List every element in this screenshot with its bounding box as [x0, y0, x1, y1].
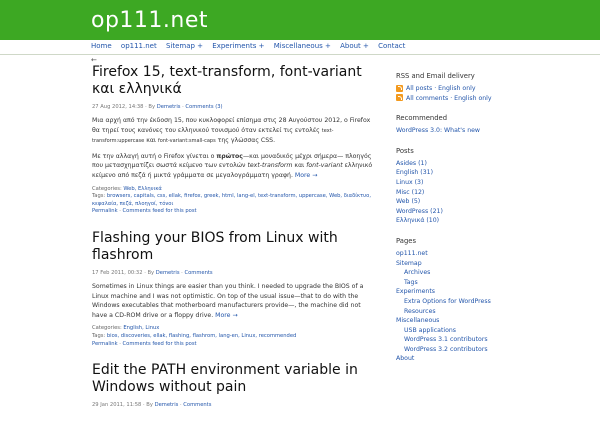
text: της γλώσσας CSS.: [215, 137, 276, 145]
category-link[interactable]: Linux (3): [396, 178, 536, 188]
rss-section: RSS and Email delivery All posts · Engli…: [396, 72, 536, 103]
comments-link[interactable]: Comments: [184, 270, 212, 276]
category-links[interactable]: Web, Ελληνικά: [123, 186, 161, 192]
rss-row-label[interactable]: All comments · English only: [406, 95, 492, 102]
post-taxonomy: Categories: Web, Ελληνικά Tags: browsers…: [92, 185, 372, 215]
sidebar-heading: Recommended: [396, 114, 448, 123]
post: Flashing your BIOS from Linux with flash…: [92, 230, 375, 348]
post-paragraph: Sometimes in Linux things are easier tha…: [92, 282, 375, 320]
rss-row[interactable]: All posts · English only: [396, 84, 536, 94]
author-link[interactable]: Demetris: [156, 270, 180, 276]
posts-section: Posts Asides (1) English (31) Linux (3) …: [396, 147, 536, 226]
emphasis: text-transform: [247, 162, 293, 170]
emphasis: πρώτος: [216, 152, 243, 160]
page-link[interactable]: op111.net: [396, 249, 536, 259]
recommended-link[interactable]: WordPress 3.0: What's new: [396, 126, 536, 136]
sidebar-heading: RSS and Email delivery: [396, 72, 475, 80]
main-nav: Home op111.net Sitemap + Experiments + M…: [0, 40, 600, 55]
text: και: [292, 162, 307, 170]
page-link[interactable]: Experiments: [396, 287, 536, 297]
recommended-section: Recommended WordPress 3.0: What's new: [396, 114, 536, 136]
post-date: 17 Feb 2011, 00:32: [92, 269, 143, 276]
post: Firefox 15, text-transform, font-variant…: [92, 64, 375, 216]
post-meta: 27 Aug 2012, 14:38 · By Demetris · Comme…: [92, 104, 375, 110]
emphasis: font-variant: [306, 162, 343, 170]
page-link[interactable]: Sitemap: [396, 259, 536, 269]
page-link[interactable]: Archives: [396, 268, 536, 278]
post-paragraph: Με την αλλαγή αυτή ο Firefox γίνεται ο π…: [92, 152, 375, 181]
post-body: Sometimes in Linux things are easier tha…: [92, 282, 375, 320]
comments-link[interactable]: Comments: [183, 402, 211, 408]
more-link[interactable]: More →: [295, 172, 318, 179]
post-title[interactable]: Firefox 15, text-transform, font-variant…: [92, 64, 375, 98]
nav-about[interactable]: About +: [340, 42, 369, 50]
post: Edit the PATH environment variable in Wi…: [92, 362, 375, 408]
author-link[interactable]: Demetris: [157, 104, 181, 110]
back-arrow-icon[interactable]: ←: [91, 56, 97, 64]
comments-link[interactable]: Comments (3): [185, 104, 222, 110]
category-link[interactable]: Misc (12): [396, 188, 536, 198]
page-link[interactable]: WordPress 3.1 contributors: [396, 335, 536, 345]
post-meta: 29 Jan 2011, 11:58 · By Demetris · Comme…: [92, 402, 375, 408]
rss-row[interactable]: All comments · English only: [396, 94, 536, 104]
sidebar-heading: Pages: [396, 236, 416, 245]
category-link[interactable]: Web (5): [396, 197, 536, 207]
sidebar: RSS and Email delivery All posts · Engli…: [396, 72, 536, 375]
page-link[interactable]: Extra Options for WordPress: [396, 297, 536, 307]
tag-links[interactable]: bios, discoveries, ellak, flashing, flas…: [107, 333, 296, 339]
permalink[interactable]: Permalink: [92, 208, 118, 214]
comments-feed-link[interactable]: Comments feed for this post: [123, 208, 197, 214]
nav-miscellaneous[interactable]: Miscellaneous +: [274, 42, 331, 50]
text: και: [144, 137, 158, 145]
nav-op111[interactable]: op111.net: [121, 42, 157, 50]
meta-by: · By: [143, 104, 157, 110]
nav-contact[interactable]: Contact: [378, 42, 405, 50]
nav-experiments[interactable]: Experiments +: [212, 42, 264, 50]
permalink[interactable]: Permalink: [92, 341, 118, 347]
category-link[interactable]: WordPress (21): [396, 207, 536, 217]
text: Με την αλλαγή αυτή ο Firefox γίνεται ο: [92, 152, 217, 160]
post-list: Firefox 15, text-transform, font-variant…: [92, 64, 375, 422]
rss-icon: [396, 94, 403, 102]
tags-label: Tags:: [92, 332, 107, 339]
post-taxonomy: Categories: English, Linux Tags: bios, d…: [92, 325, 297, 347]
page-link[interactable]: Resources: [396, 307, 536, 317]
post-title[interactable]: Flashing your BIOS from Linux with flash…: [92, 230, 375, 264]
page-link[interactable]: WordPress 3.2 contributors: [396, 345, 536, 355]
comments-feed-link[interactable]: Comments feed for this post: [123, 341, 197, 347]
page-link[interactable]: Miscellaneous: [396, 316, 536, 326]
rss-row-label[interactable]: All posts · English only: [406, 85, 476, 92]
post-date: 27 Aug 2012, 14:38: [92, 104, 144, 110]
page-link[interactable]: Tags: [396, 278, 536, 288]
code-text: font-variant:small-caps: [158, 138, 216, 145]
post-title[interactable]: Edit the PATH environment variable in Wi…: [92, 362, 375, 396]
pages-section: Pages op111.net Sitemap Archives Tags Ex…: [396, 237, 536, 364]
post-meta: 17 Feb 2011, 00:32 · By Demetris · Comme…: [92, 270, 375, 276]
author-link[interactable]: Demetris: [155, 402, 179, 408]
nav-home[interactable]: Home: [91, 42, 112, 50]
category-link[interactable]: Ελληνικά (10): [396, 216, 536, 226]
categories-label: Categories:: [92, 185, 124, 192]
category-link[interactable]: Asides (1): [396, 159, 536, 169]
site-header: op111.net: [0, 0, 600, 40]
post-body: Μια αρχή από την έκδοση 15, που κυκλοφορ…: [92, 116, 375, 181]
categories-label: Categories:: [92, 325, 124, 332]
site-title[interactable]: op111.net: [91, 8, 208, 33]
post-paragraph: Μια αρχή από την έκδοση 15, που κυκλοφορ…: [92, 116, 375, 147]
tag-links[interactable]: browsers, capitals, css, ellak, firefox,…: [92, 193, 371, 207]
tags-label: Tags:: [92, 193, 107, 200]
post-date: 29 Jan 2011, 11:58: [92, 402, 142, 409]
rss-icon: [396, 84, 403, 92]
category-links[interactable]: English, Linux: [123, 325, 159, 331]
page-link[interactable]: USB applications: [396, 326, 536, 336]
category-link[interactable]: English (31): [396, 168, 536, 178]
sidebar-heading: Posts: [396, 146, 414, 155]
meta-by: · By: [141, 402, 155, 409]
page-link[interactable]: About: [396, 354, 536, 364]
meta-by: · By: [142, 269, 156, 276]
nav-sitemap[interactable]: Sitemap +: [166, 42, 203, 50]
more-link[interactable]: More →: [215, 312, 238, 319]
